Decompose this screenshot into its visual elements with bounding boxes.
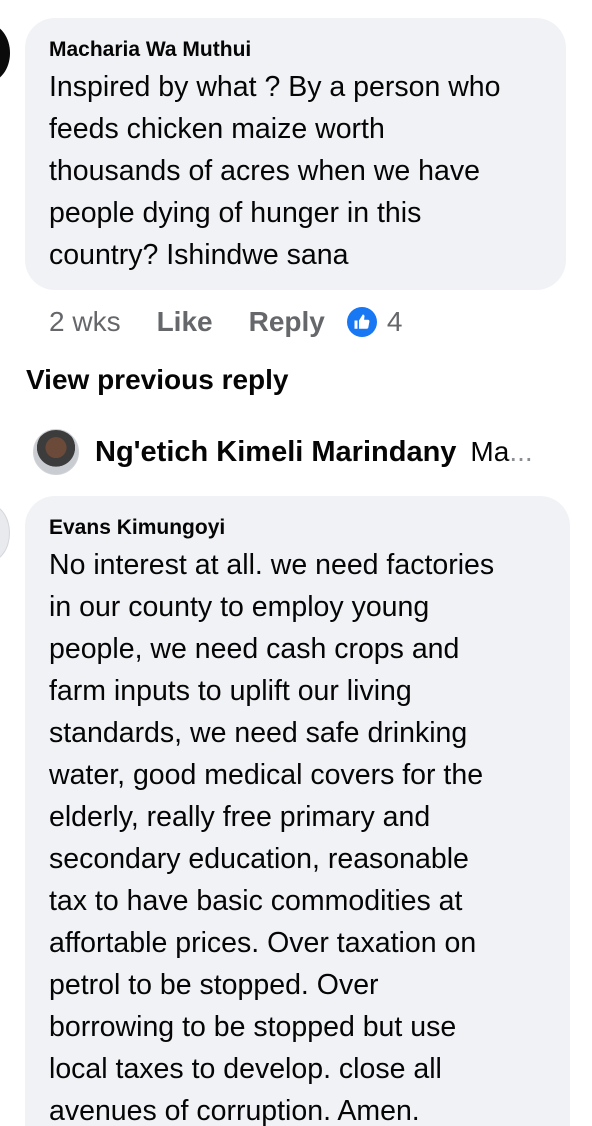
comment-line: local taxes to develop. close all [49, 1053, 442, 1085]
comment-actions: 2 wks Like Reply 4 [49, 300, 402, 344]
comment-line: thousands of acres when we have [49, 155, 480, 187]
reply-avatar[interactable] [33, 429, 79, 475]
reply-snippet: Ma [470, 436, 510, 467]
comment-text: Inspired by what ? By a person who feeds… [49, 66, 546, 276]
comment-line: elderly, really free primary and [49, 801, 431, 833]
reply-author[interactable]: Ng'etich Kimeli Marindany [95, 436, 456, 469]
comment-line: Inspired by what ? By a person who [49, 71, 501, 103]
reply-preview[interactable]: Ng'etich Kimeli Marindany Ma... [33, 429, 573, 475]
comment-author[interactable]: Macharia Wa Muthui [49, 38, 546, 62]
comment-author[interactable]: Evans Kimungoyi [49, 516, 550, 540]
comment-line: people dying of hunger in this [49, 197, 422, 229]
comment-line: avenues of corruption. Amen. [49, 1095, 420, 1126]
comment-line: affortable prices. Over taxation on [49, 927, 477, 959]
comment-bubble: Evans Kimungoyi No interest at all. we n… [25, 496, 570, 1126]
comment-line: water, good medical covers for the [49, 759, 484, 791]
comment-bubble: Macharia Wa Muthui Inspired by what ? By… [25, 18, 566, 290]
comment-line: people, we need cash crops and [49, 633, 460, 665]
comment-line: country? Ishindwe sana [49, 239, 349, 271]
view-previous-reply-link[interactable]: View previous reply [26, 364, 289, 396]
comment-text: No interest at all. we need factories in… [49, 544, 550, 1126]
comment-line: tax to have basic commodities at [49, 885, 463, 917]
comment-line: in our county to employ young [49, 591, 430, 623]
reply-button[interactable]: Reply [249, 306, 325, 338]
commenter-avatar[interactable] [0, 24, 10, 82]
comment-line: borrowing to be stopped but use [49, 1011, 457, 1043]
commenter-avatar[interactable] [0, 504, 10, 562]
comment-line: petrol to be stopped. Over [49, 969, 379, 1001]
reaction-count[interactable]: 4 [387, 306, 403, 338]
comment-timestamp[interactable]: 2 wks [49, 306, 121, 338]
reply-ellipsis: ... [509, 436, 533, 467]
comments-thread: Macharia Wa Muthui Inspired by what ? By… [0, 0, 592, 1126]
comment-line: No interest at all. we need factories [49, 549, 495, 581]
comment-line: feeds chicken maize worth [49, 113, 385, 145]
thumbs-up-icon[interactable] [346, 307, 377, 337]
comment-line: farm inputs to uplift our living [49, 675, 412, 707]
comment-line: secondary education, reasonable [49, 843, 469, 875]
comment-line: standards, we need safe drinking [49, 717, 468, 749]
like-button[interactable]: Like [157, 306, 213, 338]
